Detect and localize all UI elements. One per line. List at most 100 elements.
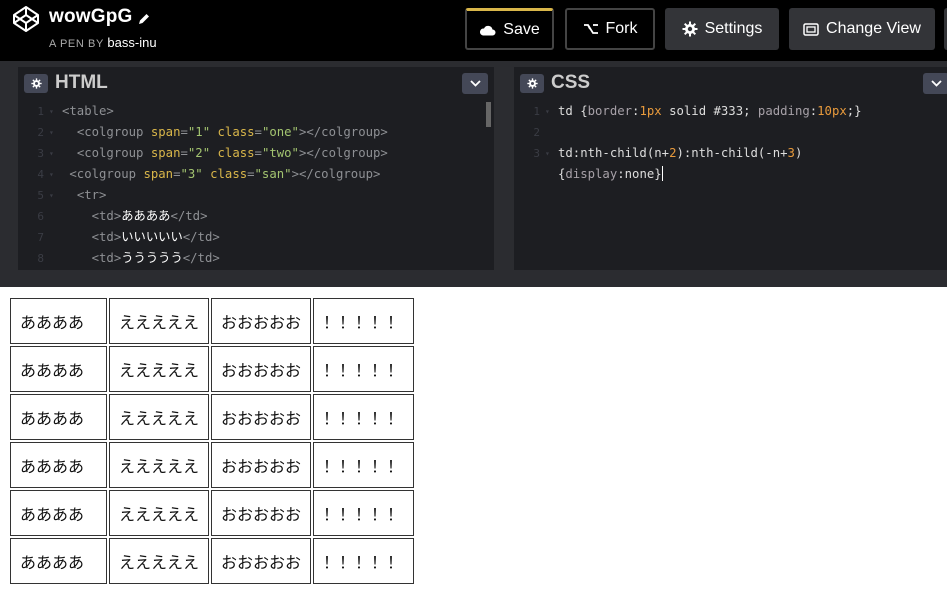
- table-cell: えええええ: [109, 394, 210, 440]
- fold-toggle-icon[interactable]: ▾: [545, 101, 550, 122]
- fork-label: Fork: [605, 20, 638, 37]
- fold-toggle-icon[interactable]: ▾: [49, 101, 54, 122]
- table-cell: ！！！！！: [313, 538, 415, 584]
- html-scrollbar[interactable]: [486, 102, 491, 127]
- html-editor-title: HTML: [55, 72, 108, 93]
- table-row: ああああ えええええ おおおおお！！！！！: [10, 346, 415, 392]
- html-code-area[interactable]: 1 ▾ <table> 2 ▾ <colgroup span="1" class="on…: [18, 101, 494, 270]
- preview-table: ああああ えええええ おおおおお！！！！！ ああああ えええええ おおおおお！！！！！ ああ…: [8, 296, 416, 586]
- line-number: 8: [37, 252, 44, 265]
- table-cell: えええええ: [109, 442, 210, 488]
- gear-icon: [682, 21, 698, 37]
- code-text: <colgroup span="2" class="two"></colgrou…: [76, 146, 388, 160]
- table-cell: ああああ: [10, 346, 107, 392]
- table-cell: おおおおお: [211, 346, 312, 392]
- gear-icon: [526, 78, 538, 89]
- table-cell: ああああ: [10, 490, 107, 536]
- fold-toggle-icon[interactable]: ▾: [49, 164, 54, 185]
- css-editor-title: CSS: [551, 72, 591, 93]
- line-number: 1: [37, 105, 44, 118]
- gear-icon: [30, 78, 42, 89]
- fold-toggle-icon[interactable]: ▾: [545, 143, 550, 164]
- pencil-icon[interactable]: [137, 12, 151, 26]
- author-link[interactable]: bass-inu: [107, 35, 156, 50]
- code-text: td:nth-child(n+2):nth-child(-n+3): [558, 146, 803, 160]
- code-text: <colgroup span="1" class="one"></colgrou…: [76, 125, 388, 139]
- line-number: 1: [533, 105, 540, 118]
- css-editor: CSS 1 ▾ td {border:1px solid #333; padding…: [514, 67, 947, 270]
- table-cell: おおおおお: [211, 298, 312, 344]
- line-number: 6: [37, 210, 44, 223]
- fold-toggle-icon[interactable]: ▾: [49, 185, 54, 206]
- table-cell: ！！！！！: [313, 346, 415, 392]
- fold-toggle-icon[interactable]: ▾: [49, 122, 54, 143]
- table-cell: ！！！！！: [313, 394, 415, 440]
- change-view-button[interactable]: Change View: [789, 8, 935, 50]
- pen-title[interactable]: wowGpG: [49, 6, 133, 28]
- table-cell: ああああ: [10, 394, 107, 440]
- table-cell: おおおおお: [211, 538, 312, 584]
- editor-resize-handle[interactable]: [494, 67, 514, 270]
- settings-button[interactable]: Settings: [665, 8, 779, 50]
- fold-toggle-icon[interactable]: ▾: [49, 143, 54, 164]
- table-cell: おおおおお: [211, 394, 312, 440]
- table-cell: えええええ: [109, 298, 210, 344]
- table-cell: ああああ: [10, 298, 107, 344]
- line-number: 2: [37, 126, 44, 139]
- table-cell: ！！！！！: [313, 442, 415, 488]
- line-number: 4: [37, 168, 44, 181]
- save-button[interactable]: Save: [465, 8, 554, 50]
- fork-button[interactable]: Fork: [565, 8, 655, 50]
- text-cursor: [661, 166, 663, 181]
- table-row: ああああ えええええ おおおおお！！！！！: [10, 538, 415, 584]
- code-text: <td>いいいいい</td>: [91, 230, 220, 244]
- editor-area: HTML 1 ▾ <table> 2 ▾ <colgroup span="1" clas…: [0, 67, 947, 270]
- table-row: ああああ えええええ おおおおお！！！！！: [10, 298, 415, 344]
- left-gutter: [0, 67, 18, 270]
- codepen-logo-icon[interactable]: [12, 5, 40, 33]
- preview-resize-handle[interactable]: [0, 270, 947, 287]
- code-text: <tr>: [76, 188, 107, 202]
- table-row: ああああ えええええ おおおおお！！！！！: [10, 490, 415, 536]
- html-settings-button[interactable]: [24, 74, 48, 93]
- byline-prefix: A PEN BY: [49, 38, 104, 50]
- fork-icon: [583, 24, 598, 34]
- layout-icon: [803, 22, 819, 36]
- line-number: 2: [533, 126, 540, 139]
- settings-label: Settings: [704, 20, 763, 37]
- cloud-icon: [480, 25, 496, 35]
- table-cell: おおおおお: [211, 490, 312, 536]
- html-editor: HTML 1 ▾ <table> 2 ▾ <colgroup span="1" clas…: [18, 67, 494, 270]
- result-preview: ああああ えええええ おおおおお！！！！！ ああああ えええええ おおおおお！！！！！ ああ…: [0, 287, 947, 613]
- table-cell: えええええ: [109, 490, 210, 536]
- code-text: td {border:1px solid #333; padding:10px;…: [558, 104, 862, 118]
- code-text: <table>: [62, 104, 114, 118]
- chevron-down-icon: [930, 80, 942, 87]
- pen-byline: A PEN BY bass-inu: [49, 35, 157, 50]
- chevron-down-icon: [469, 80, 481, 87]
- line-number: 5: [37, 189, 44, 202]
- table-cell: ！！！！！: [313, 298, 415, 344]
- line-number: 3: [37, 147, 44, 160]
- table-cell: おおおおお: [211, 442, 312, 488]
- table-cell: ああああ: [10, 442, 107, 488]
- change-view-label: Change View: [826, 20, 921, 37]
- html-editor-header: HTML: [18, 67, 494, 100]
- line-number: 3: [533, 147, 540, 160]
- line-number: 7: [37, 231, 44, 244]
- code-text: {display:none}: [558, 166, 663, 181]
- code-text: <td>ううううう</td>: [91, 251, 220, 265]
- table-cell: えええええ: [109, 538, 210, 584]
- css-code-area[interactable]: 1 ▾ td {border:1px solid #333; padding:10p…: [514, 101, 947, 270]
- top-bar: wowGpG A PEN BY bass-inu Save Fork Setti…: [0, 0, 947, 61]
- css-editor-header: CSS: [514, 67, 947, 100]
- save-label: Save: [503, 20, 540, 38]
- table-cell: えええええ: [109, 346, 210, 392]
- table-cell: ああああ: [10, 538, 107, 584]
- html-collapse-button[interactable]: [462, 73, 488, 94]
- css-settings-button[interactable]: [520, 74, 544, 93]
- table-cell: ！！！！！: [313, 490, 415, 536]
- table-row: ああああ えええええ おおおおお！！！！！: [10, 442, 415, 488]
- code-text: <colgroup span="3" class="san"></colgrou…: [69, 167, 381, 181]
- css-collapse-button[interactable]: [923, 73, 947, 94]
